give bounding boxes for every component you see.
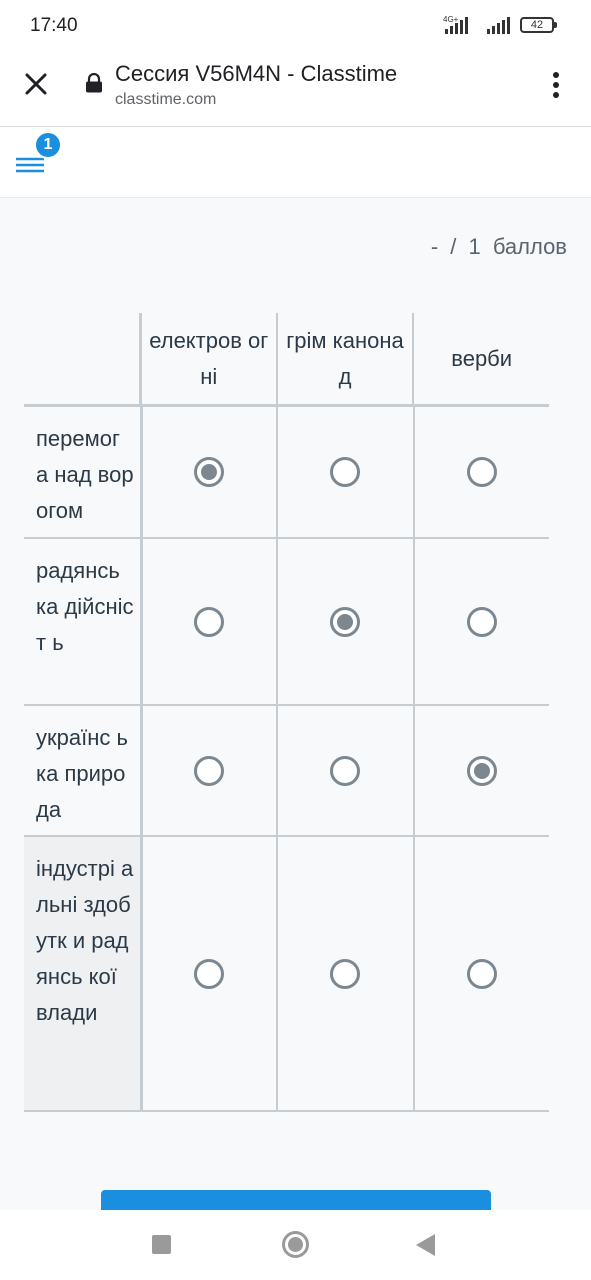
column-header: верби bbox=[412, 313, 549, 404]
row-label: радянсь ка дійсніст ь bbox=[36, 558, 134, 655]
matrix-header-row: електров огні грім канонад верби bbox=[24, 313, 549, 407]
submit-button[interactable] bbox=[101, 1190, 491, 1210]
signal-icon-2 bbox=[487, 16, 510, 34]
back-icon[interactable] bbox=[416, 1234, 435, 1256]
lock-icon bbox=[86, 73, 102, 93]
notification-badge: 1 bbox=[34, 131, 62, 159]
radio-option[interactable] bbox=[466, 606, 497, 637]
radio-option[interactable] bbox=[330, 755, 361, 786]
recents-icon[interactable] bbox=[152, 1235, 171, 1254]
matrix-row: радянсь ка дійсніст ь bbox=[24, 539, 549, 706]
radio-option[interactable] bbox=[194, 606, 225, 637]
radio-option-selected[interactable] bbox=[330, 606, 361, 637]
more-vert-icon[interactable] bbox=[545, 70, 567, 100]
row-label: індустрі альні здобутк и радянсь кої вла… bbox=[24, 837, 140, 1110]
radio-option[interactable] bbox=[330, 457, 361, 487]
radio-option[interactable] bbox=[194, 958, 225, 989]
column-header: електров огні bbox=[138, 313, 276, 404]
row-label: перемог а над ворогом bbox=[36, 426, 134, 523]
radio-option[interactable] bbox=[330, 958, 361, 989]
android-nav-bar bbox=[0, 1210, 591, 1280]
score-label: - / 1 баллов bbox=[430, 234, 567, 259]
matrix-row: перемог а над ворогом bbox=[24, 407, 549, 539]
battery-level: 42 bbox=[530, 19, 544, 31]
matching-matrix: електров огні грім канонад верби перемог… bbox=[24, 313, 549, 1112]
page-title: Сессия V56M4N - Classtime bbox=[115, 61, 398, 86]
browser-toolbar: Сессия V56M4N - Classtime classtime.com bbox=[0, 52, 591, 127]
battery-icon: 42 bbox=[520, 17, 557, 33]
radio-option[interactable] bbox=[466, 958, 497, 989]
close-icon[interactable] bbox=[20, 68, 52, 100]
column-header: грім канонад bbox=[275, 313, 413, 404]
question-content: - / 1 баллов електров огні грім канонад … bbox=[0, 198, 591, 1210]
matrix-row: українс ька природа bbox=[24, 706, 549, 837]
column-header-label: верби bbox=[451, 345, 513, 371]
column-header-label: електров огні bbox=[149, 327, 269, 389]
app-header: 1 bbox=[0, 127, 591, 198]
page-url: classtime.com bbox=[115, 91, 217, 108]
radio-option-selected[interactable] bbox=[194, 457, 225, 487]
status-bar: 17:40 4G+ 42 bbox=[0, 0, 591, 52]
radio-option[interactable] bbox=[466, 457, 497, 487]
radio-option-selected[interactable] bbox=[466, 755, 497, 786]
signal-icon bbox=[445, 16, 468, 34]
row-label: українс ька природа bbox=[36, 725, 128, 822]
column-header-label: грім канонад bbox=[286, 327, 404, 389]
matrix-row: індустрі альні здобутк и радянсь кої вла… bbox=[24, 837, 549, 1112]
home-icon[interactable] bbox=[282, 1231, 309, 1258]
radio-option[interactable] bbox=[194, 755, 225, 786]
matrix-corner bbox=[24, 313, 139, 404]
status-time: 17:40 bbox=[30, 15, 78, 36]
